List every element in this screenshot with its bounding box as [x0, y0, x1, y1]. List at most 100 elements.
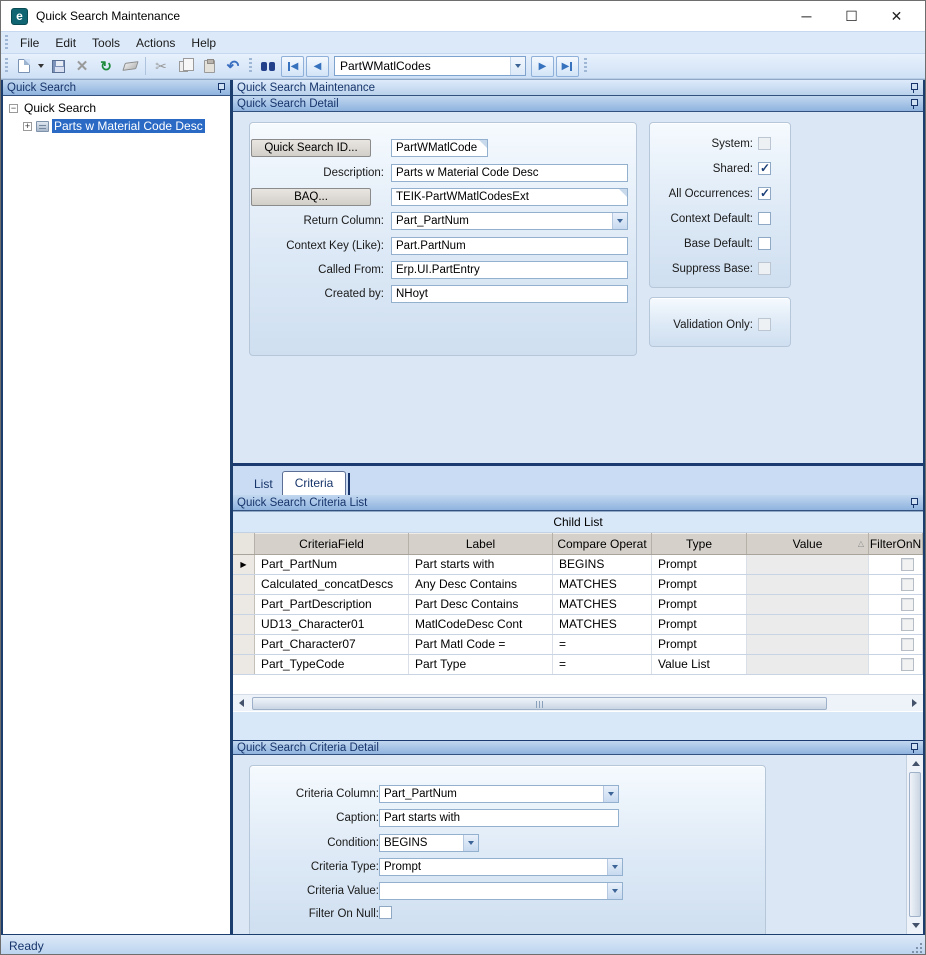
scroll-down-button[interactable]: [907, 917, 924, 934]
cell-type[interactable]: Prompt: [652, 575, 747, 594]
cell-criteriafield[interactable]: Part_PartNum: [255, 555, 409, 574]
pin-icon[interactable]: [910, 98, 919, 109]
paste-button[interactable]: [197, 55, 221, 77]
resize-grip[interactable]: [910, 941, 922, 953]
baq-field[interactable]: TEIK-PartWMatlCodesExt: [391, 188, 628, 206]
first-record-button[interactable]: ◀: [281, 55, 304, 77]
table-row[interactable]: ▶ Part_PartNum Part starts with BEGINS P…: [233, 555, 923, 575]
cut-button[interactable]: ✂: [149, 55, 173, 77]
cell-label[interactable]: Part starts with: [409, 555, 553, 574]
table-row[interactable]: Part_TypeCode Part Type = Value List: [233, 655, 923, 675]
tree-root-label[interactable]: Quick Search: [22, 101, 98, 115]
return-column-dropdown[interactable]: Part_PartNum: [391, 212, 628, 230]
cell-criteriafield[interactable]: UD13_Character01: [255, 615, 409, 634]
condition-dropdown[interactable]: BEGINS: [379, 834, 479, 852]
cell-type[interactable]: Prompt: [652, 615, 747, 634]
cell-compare[interactable]: BEGINS: [553, 555, 652, 574]
record-combobox-arrow[interactable]: [510, 57, 525, 75]
column-header-criteriafield[interactable]: CriteriaField: [255, 533, 409, 554]
toolbar-grip-3[interactable]: [583, 57, 588, 75]
cell-value[interactable]: [747, 635, 869, 654]
cell-criteriafield[interactable]: Part_Character07: [255, 635, 409, 654]
minimize-button[interactable]: ─: [784, 3, 829, 29]
menu-help[interactable]: Help: [183, 33, 224, 53]
collapse-icon[interactable]: −: [9, 103, 18, 113]
menu-actions[interactable]: Actions: [128, 33, 183, 53]
criteria-column-dropdown[interactable]: Part_PartNum: [379, 785, 619, 803]
new-button[interactable]: [12, 55, 36, 77]
search-button[interactable]: [256, 55, 280, 77]
shared-checkbox[interactable]: [758, 161, 771, 175]
row-selector[interactable]: [233, 615, 255, 634]
undo-button[interactable]: ↶: [221, 55, 245, 77]
cell-value[interactable]: [747, 615, 869, 634]
cell-compare[interactable]: MATCHES: [553, 615, 652, 634]
record-combobox[interactable]: PartWMatlCodes: [334, 56, 526, 76]
scrollbar-thumb[interactable]: [909, 772, 921, 917]
context-default-checkbox[interactable]: [758, 212, 771, 225]
cell-value[interactable]: [747, 595, 869, 614]
cell-value[interactable]: [747, 655, 869, 674]
tree-node-row[interactable]: + Parts w Material Code Desc: [5, 118, 228, 134]
column-header-compare-operat[interactable]: Compare Operat: [553, 533, 652, 554]
last-record-button[interactable]: ▶: [556, 55, 579, 77]
filter-on-null-checkbox[interactable]: [379, 906, 392, 919]
toolbar-grip-2[interactable]: [248, 57, 253, 75]
cell-criteriafield[interactable]: Calculated_concatDescs: [255, 575, 409, 594]
baq-button[interactable]: BAQ...: [251, 188, 371, 206]
cell-label[interactable]: Part Matl Code =: [409, 635, 553, 654]
cell-label[interactable]: Part Desc Contains: [409, 595, 553, 614]
cell-label[interactable]: MatlCodeDesc Cont: [409, 615, 553, 634]
quick-search-id-button[interactable]: Quick Search ID...: [251, 139, 371, 157]
tab-criteria[interactable]: Criteria: [281, 471, 347, 495]
quick-search-id-field[interactable]: PartWMatlCode: [391, 139, 488, 157]
row-selector[interactable]: [233, 635, 255, 654]
vertical-scrollbar[interactable]: [906, 755, 923, 934]
row-selector[interactable]: ▶: [233, 555, 255, 574]
column-header-filteronnull[interactable]: FilterOnN: [869, 533, 923, 554]
cell-criteriafield[interactable]: Part_PartDescription: [255, 595, 409, 614]
next-record-button[interactable]: ▶: [531, 55, 554, 77]
cell-value[interactable]: [747, 575, 869, 594]
cell-compare[interactable]: =: [553, 655, 652, 674]
caption-field[interactable]: Part starts with: [379, 809, 619, 827]
close-button[interactable]: ✕: [874, 3, 919, 29]
all-occurrences-checkbox[interactable]: [758, 186, 771, 200]
criteria-value-dropdown[interactable]: [379, 882, 623, 900]
context-key-field[interactable]: Part.PartNum: [391, 237, 628, 255]
scroll-right-button[interactable]: [906, 695, 923, 712]
new-dropdown-caret[interactable]: [36, 55, 46, 77]
cell-compare[interactable]: MATCHES: [553, 595, 652, 614]
cell-compare[interactable]: MATCHES: [553, 575, 652, 594]
clear-button[interactable]: [118, 55, 142, 77]
table-row[interactable]: Part_Character07 Part Matl Code = = Prom…: [233, 635, 923, 655]
menu-grip[interactable]: [4, 35, 9, 50]
maximize-button[interactable]: ☐: [829, 3, 874, 29]
toolbar-grip[interactable]: [4, 57, 9, 75]
base-default-checkbox[interactable]: [758, 237, 771, 250]
row-selector[interactable]: [233, 595, 255, 614]
cell-type[interactable]: Prompt: [652, 595, 747, 614]
refresh-button[interactable]: ↻: [94, 55, 118, 77]
cell-label[interactable]: Part Type: [409, 655, 553, 674]
cell-type[interactable]: Value List: [652, 655, 747, 674]
cell-type[interactable]: Prompt: [652, 635, 747, 654]
row-selector[interactable]: [233, 655, 255, 674]
horizontal-scrollbar[interactable]: [233, 694, 923, 711]
menu-edit[interactable]: Edit: [47, 33, 84, 53]
table-row[interactable]: Part_PartDescription Part Desc Contains …: [233, 595, 923, 615]
menu-tools[interactable]: Tools: [84, 33, 128, 53]
scrollbar-thumb[interactable]: [252, 696, 827, 710]
previous-record-button[interactable]: ◀: [306, 55, 329, 77]
menu-file[interactable]: File: [12, 33, 47, 53]
row-selector[interactable]: [233, 575, 255, 594]
table-row[interactable]: Calculated_concatDescs Any Desc Contains…: [233, 575, 923, 595]
expand-icon[interactable]: +: [23, 121, 32, 131]
scroll-up-button[interactable]: [907, 755, 924, 772]
called-from-field[interactable]: Erp.UI.PartEntry: [391, 261, 628, 279]
save-button[interactable]: [46, 55, 70, 77]
pin-icon[interactable]: [217, 82, 226, 93]
cell-label[interactable]: Any Desc Contains: [409, 575, 553, 594]
tree-root-row[interactable]: − Quick Search: [5, 100, 228, 116]
delete-button[interactable]: ✕: [70, 55, 94, 77]
